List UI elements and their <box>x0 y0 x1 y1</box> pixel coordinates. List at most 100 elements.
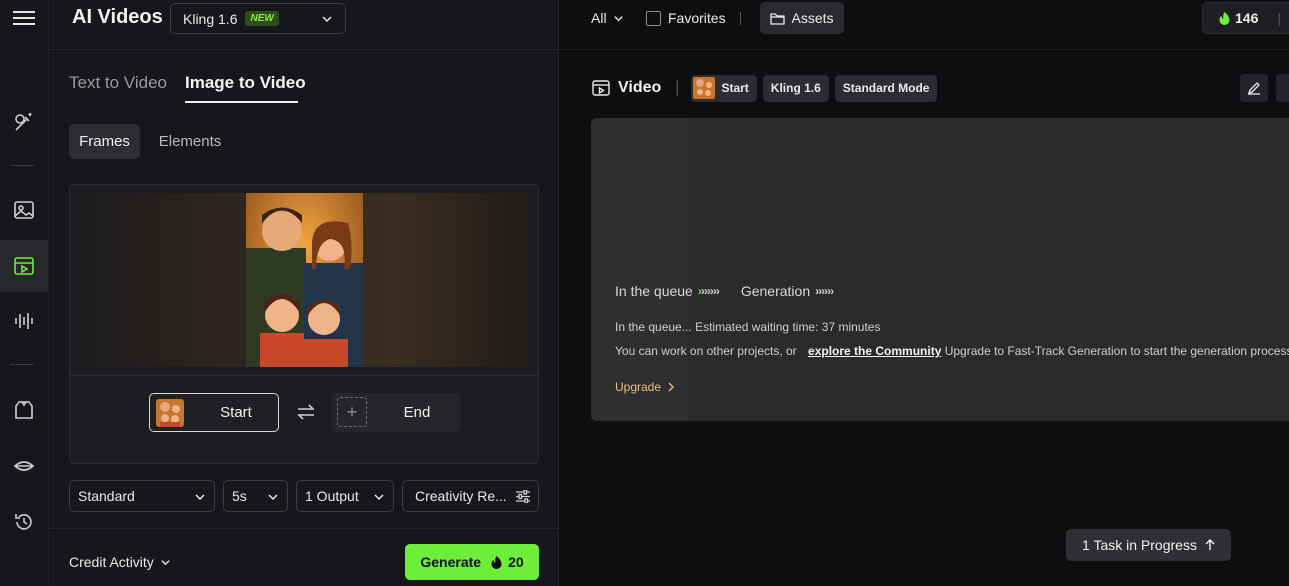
stage-generation-chevrons: ›››››› <box>815 284 834 298</box>
filter-all-dropdown[interactable]: All <box>591 10 624 26</box>
creativity-settings[interactable]: Creativity Re... <box>402 480 539 512</box>
tab-text-to-video[interactable]: Text to Video <box>69 73 167 93</box>
video-task-card: In the queue ››››››› Generation ›››››› I… <box>591 118 1289 421</box>
favorites-filter[interactable]: Favorites <box>646 10 726 26</box>
tasks-label: 1 Task in Progress <box>1082 537 1197 553</box>
chevron-down-icon <box>374 494 384 501</box>
chevron-down-icon <box>322 16 332 23</box>
toolbar-divider <box>740 12 741 25</box>
active-tab-indicator <box>185 101 298 103</box>
image-icon[interactable] <box>0 184 48 236</box>
chevron-down-icon <box>161 559 170 565</box>
stage-queue-chevrons: ›››››› <box>700 284 720 298</box>
credit-activity-label: Credit Activity <box>69 554 154 570</box>
credits-value: 146 <box>1235 10 1259 26</box>
tasks-in-progress-button[interactable]: 1 Task in Progress <box>1066 529 1231 561</box>
tag-model: Kling 1.6 <box>762 74 829 102</box>
subtab-frames[interactable]: Frames <box>69 124 140 159</box>
card-thumbnail-strip <box>591 118 688 421</box>
card-content <box>688 118 1289 421</box>
magic-wand-icon[interactable] <box>0 96 48 148</box>
video-title: Video <box>618 79 662 96</box>
add-end-frame-icon: + <box>337 397 367 427</box>
pencil-icon <box>1247 82 1260 95</box>
video-icon <box>592 80 610 96</box>
video-header: Video | Start Kling 1.6 Standard Mode <box>592 74 938 102</box>
audio-wave-icon[interactable] <box>0 295 48 347</box>
subtab-elements[interactable]: Elements <box>148 124 232 159</box>
video-icon[interactable] <box>0 240 48 292</box>
history-icon[interactable] <box>0 496 48 548</box>
duration-select[interactable]: 5s <box>223 480 288 512</box>
chevron-down-icon <box>268 494 278 501</box>
more-actions-button[interactable] <box>1276 74 1289 102</box>
flame-icon <box>1219 11 1230 25</box>
output-count-select[interactable]: 1 Output <box>296 480 394 512</box>
chevron-down-icon <box>613 15 623 21</box>
progress-stages: In the queue ››››››› Generation ›››››› <box>615 283 834 299</box>
end-frame-slot[interactable]: + End <box>331 393 461 432</box>
start-frame-image[interactable] <box>246 193 363 367</box>
end-frame-label: End <box>403 404 431 421</box>
model-select[interactable]: Kling 1.6 NEW <box>170 3 346 34</box>
stage-generation-indicator: ›››››› <box>815 284 834 298</box>
duration-select-value: 5s <box>232 488 247 504</box>
app-root: AI Videos Kling 1.6 NEW Text to Video Im… <box>0 0 1289 586</box>
filter-label: All <box>591 10 607 26</box>
start-frame-thumbnail <box>156 399 184 427</box>
upgrade-label: Upgrade <box>615 380 662 394</box>
flame-icon <box>491 555 502 569</box>
generate-label: Generate <box>420 554 482 570</box>
wait-time-text: In the queue... Estimated waiting time: … <box>615 320 881 334</box>
new-badge: NEW <box>245 11 279 26</box>
work-text: You can work on other projects, or <box>615 344 797 358</box>
model-select-label: Kling 1.6 <box>183 10 238 27</box>
swap-icon[interactable] <box>296 403 316 421</box>
creativity-settings-label: Creativity Re... <box>415 488 507 504</box>
shirt-icon[interactable] <box>0 384 48 436</box>
folder-icon <box>770 12 786 25</box>
stage-generation-label: Generation <box>740 283 811 299</box>
credits-divider: | <box>1277 10 1281 26</box>
output-count-value: 1 Output <box>305 488 359 504</box>
frames-box: Start + End <box>69 184 539 464</box>
left-rail <box>0 0 49 586</box>
video-header-divider: | <box>675 79 680 96</box>
frames-divider <box>70 375 538 376</box>
chevron-down-icon <box>195 494 205 501</box>
credits-balance[interactable]: 146 | <box>1202 2 1289 34</box>
panel-footer: Credit Activity Generate 20 <box>49 528 559 586</box>
results-area: All Favorites Assets 146 | Video | Start… <box>560 0 1289 586</box>
menu-icon[interactable] <box>0 0 48 44</box>
stage-queue-label: In the queue <box>615 283 693 299</box>
upgrade-link[interactable]: Upgrade <box>615 380 675 394</box>
explore-community-link[interactable]: explore the Community <box>808 344 941 358</box>
results-toolbar: All Favorites Assets 146 | <box>560 0 1289 50</box>
generate-button[interactable]: Generate 20 <box>405 544 539 580</box>
sliders-icon <box>516 490 530 503</box>
page-title: AI Videos <box>72 6 163 28</box>
start-frame-label: Start <box>220 404 252 421</box>
community-text: You can work on other projects, or explo… <box>615 344 1289 358</box>
fast-track-text: Upgrade to Fast-Track Generation to star… <box>944 344 1289 358</box>
mode-select[interactable]: Standard <box>69 480 215 512</box>
chevron-right-icon <box>668 382 675 392</box>
credit-activity-dropdown[interactable]: Credit Activity <box>69 554 171 570</box>
generate-cost: 20 <box>508 554 524 570</box>
edit-button[interactable] <box>1240 74 1268 102</box>
generation-panel: AI Videos Kling 1.6 NEW Text to Video Im… <box>49 0 559 586</box>
lips-icon[interactable] <box>0 440 48 492</box>
favorites-label: Favorites <box>668 10 726 26</box>
assets-label: Assets <box>791 10 834 26</box>
start-frame-thumbnail <box>693 77 716 99</box>
arrow-up-icon <box>1205 539 1215 550</box>
panel-topbar: AI Videos Kling 1.6 NEW <box>49 0 559 50</box>
assets-button[interactable]: Assets <box>760 2 844 34</box>
favorites-checkbox[interactable] <box>646 10 661 26</box>
stage-queue-indicator: ››››››› <box>697 284 720 298</box>
tag-mode: Standard Mode <box>834 74 938 102</box>
tag-start: Start <box>691 74 757 102</box>
tag-start-label: Start <box>721 81 749 95</box>
tab-image-to-video[interactable]: Image to Video <box>185 73 306 93</box>
start-frame-slot[interactable]: Start <box>149 393 279 432</box>
